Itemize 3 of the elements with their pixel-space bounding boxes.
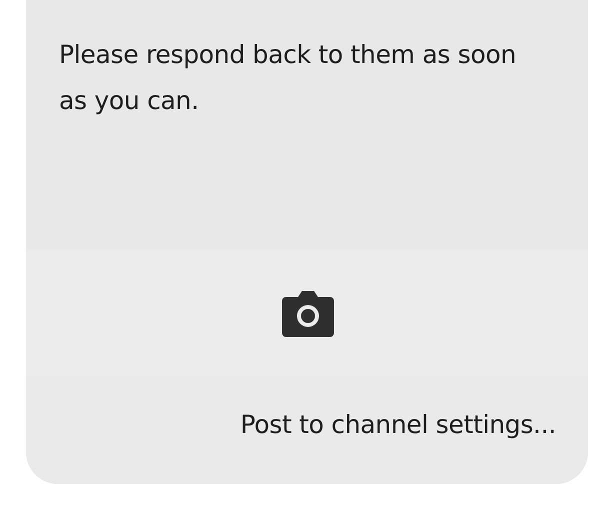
channel-settings-link[interactable]: Post to channel settings... bbox=[240, 408, 556, 442]
message-text: Please respond back to them as soon as you can. bbox=[59, 39, 518, 117]
camera-icon[interactable] bbox=[282, 291, 334, 337]
